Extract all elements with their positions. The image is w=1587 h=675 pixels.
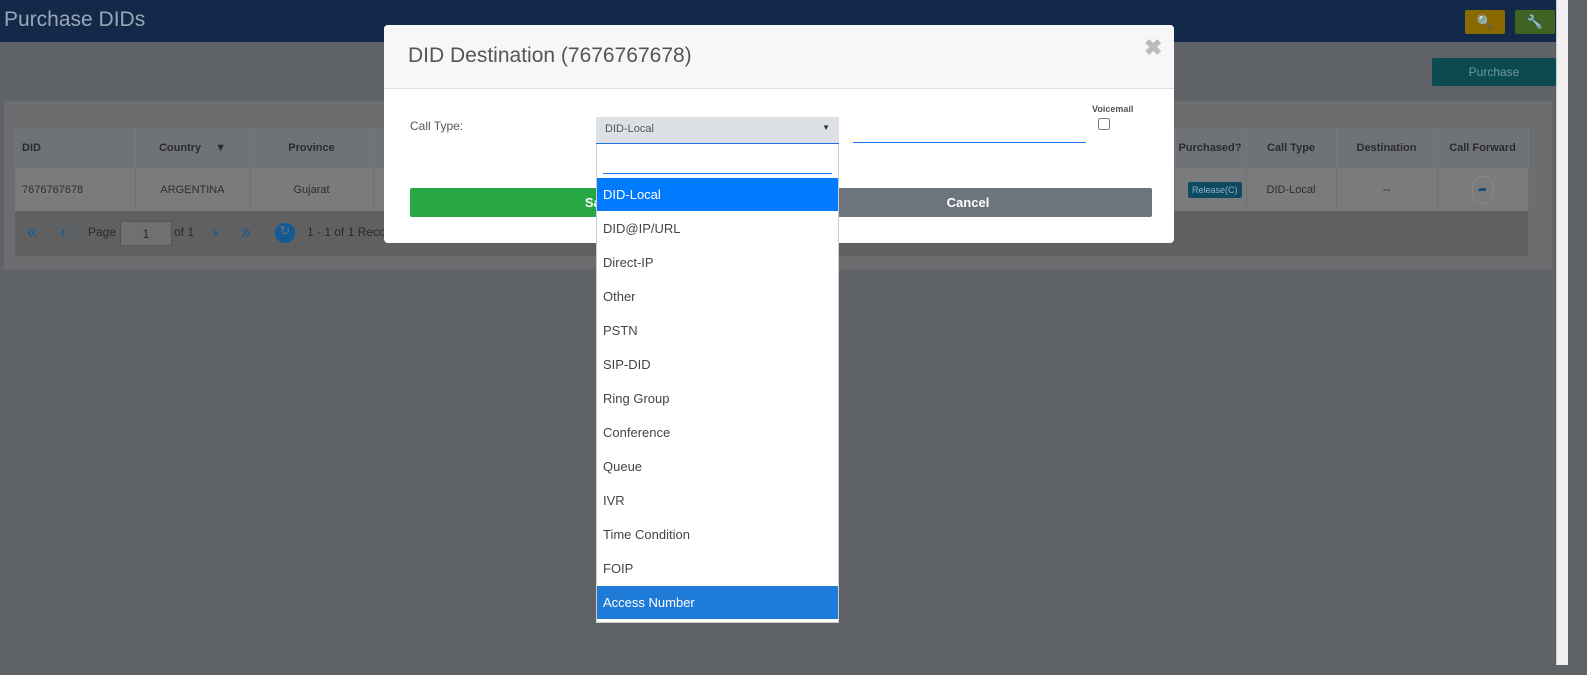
refresh-icon[interactable]: ↻ bbox=[275, 223, 295, 243]
cell-destination: -- bbox=[1336, 168, 1438, 211]
dropdown-option[interactable]: Access Number bbox=[597, 586, 838, 619]
first-page-icon[interactable]: « bbox=[27, 222, 37, 243]
dropdown-option[interactable]: PSTN bbox=[597, 314, 838, 347]
voicemail-checkbox[interactable] bbox=[1098, 118, 1110, 130]
dropdown-option[interactable]: Conference bbox=[597, 416, 838, 449]
page-label: Page bbox=[88, 225, 117, 239]
cell-did: 7676767678 bbox=[15, 168, 136, 211]
call-type-label: Call Type: bbox=[410, 119, 464, 133]
call-type-select[interactable]: DID-Local ▼ bbox=[596, 117, 839, 144]
col-destination[interactable]: Destination bbox=[1336, 128, 1438, 168]
cell-call-type: DID-Local bbox=[1246, 168, 1337, 211]
page-count: of 1 bbox=[174, 225, 195, 239]
close-icon[interactable]: ✖ bbox=[1144, 35, 1162, 61]
dropdown-option[interactable]: Queue bbox=[597, 450, 838, 483]
dropdown-option[interactable]: DID@IP/URL bbox=[597, 212, 838, 245]
col-call-forward[interactable]: Call Forward bbox=[1437, 128, 1529, 168]
col-purchased[interactable]: Purchased? bbox=[1174, 128, 1247, 168]
release-badge[interactable]: Release(C) bbox=[1187, 181, 1242, 198]
call-type-dropdown: DID-Local DID@IP/URL Direct-IP Other PSTN SIP… bbox=[596, 144, 839, 623]
col-country[interactable]: Country ▼ bbox=[135, 128, 251, 168]
settings-button[interactable]: 🔧 bbox=[1515, 10, 1555, 34]
search-icon: 🔍 bbox=[1476, 14, 1494, 29]
page-scrollbar[interactable] bbox=[1556, 0, 1568, 665]
prev-page-icon[interactable]: ‹ bbox=[60, 222, 66, 243]
purchase-button[interactable]: Purchase bbox=[1432, 58, 1556, 86]
modal-title: DID Destination (7676767678) bbox=[408, 44, 692, 67]
search-button[interactable]: 🔍 bbox=[1465, 10, 1505, 34]
voicemail-label: Voicemail bbox=[1092, 104, 1134, 114]
call-type-value: DID-Local bbox=[605, 123, 654, 135]
forward-icon[interactable]: ➦ bbox=[1471, 175, 1494, 204]
dropdown-option[interactable]: IVR bbox=[597, 484, 838, 517]
col-province[interactable]: Province bbox=[250, 128, 374, 168]
cell-purchased: Release(C) bbox=[1174, 168, 1247, 211]
caret-down-icon: ▼ bbox=[822, 123, 830, 132]
col-call-type[interactable]: Call Type bbox=[1246, 128, 1337, 168]
cell-country: ARGENTINA bbox=[135, 168, 251, 211]
page-input[interactable] bbox=[120, 221, 172, 246]
dropdown-option[interactable]: Other bbox=[597, 280, 838, 313]
dropdown-search-input[interactable] bbox=[603, 150, 832, 174]
col-did[interactable]: DID bbox=[15, 128, 136, 168]
wrench-icon: 🔧 bbox=[1526, 14, 1544, 29]
page-title: Purchase DIDs bbox=[4, 8, 146, 31]
chevron-down-icon[interactable]: ▼ bbox=[215, 142, 226, 154]
last-page-icon[interactable]: » bbox=[241, 222, 251, 243]
dropdown-option[interactable]: FOIP bbox=[597, 552, 838, 585]
cell-call-forward: ➦ bbox=[1437, 168, 1529, 211]
dropdown-option[interactable]: Direct-IP bbox=[597, 246, 838, 279]
dropdown-option[interactable]: DID-Local bbox=[597, 178, 838, 211]
cell-province: Gujarat bbox=[250, 168, 374, 211]
dropdown-option[interactable]: Ring Group bbox=[597, 382, 838, 415]
next-page-icon[interactable]: › bbox=[212, 222, 218, 243]
destination-input[interactable] bbox=[853, 117, 1086, 143]
col-country-label: Country bbox=[158, 142, 202, 154]
dropdown-option[interactable]: SIP-DID bbox=[597, 348, 838, 381]
cancel-button[interactable]: Cancel bbox=[784, 188, 1152, 217]
dropdown-option[interactable]: Time Condition bbox=[597, 518, 838, 551]
